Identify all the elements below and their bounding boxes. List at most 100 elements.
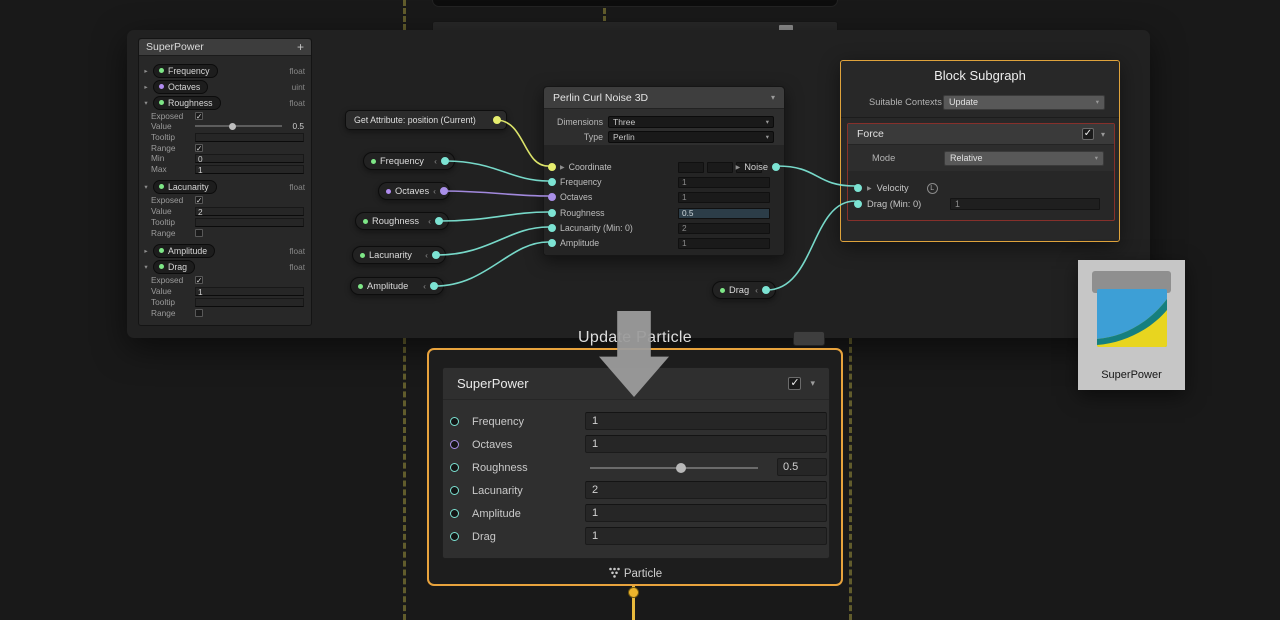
- force-block[interactable]: Force ✓ ▾ Mode Relative▾ ▶ Velocity L: [847, 123, 1115, 221]
- mode-dropdown[interactable]: Relative▾: [944, 151, 1104, 166]
- input-port[interactable]: [548, 209, 556, 217]
- frequency-port[interactable]: [450, 417, 459, 426]
- output-port[interactable]: [435, 217, 443, 225]
- force-block-header[interactable]: Force ✓ ▾: [848, 124, 1114, 145]
- exposed-checkbox[interactable]: ✓: [195, 112, 203, 120]
- max-field[interactable]: 1: [195, 165, 304, 174]
- parameter-node-frequency[interactable]: Frequency ‹: [363, 152, 455, 170]
- expander-icon[interactable]: ▸: [142, 247, 150, 255]
- lacunarity-port[interactable]: [450, 486, 459, 495]
- y-field[interactable]: [707, 162, 733, 173]
- input-port[interactable]: [548, 193, 556, 201]
- expander-icon[interactable]: ▸: [142, 83, 150, 91]
- property-pill[interactable]: Frequency: [153, 64, 218, 78]
- collapse-icon[interactable]: ‹: [423, 281, 426, 291]
- output-port[interactable]: [440, 187, 448, 195]
- expander-icon[interactable]: ▾: [142, 183, 150, 191]
- min-field[interactable]: 0: [195, 154, 304, 163]
- parameter-node-octaves[interactable]: Octaves ‹: [378, 182, 450, 200]
- frequency-field[interactable]: 1: [585, 412, 827, 430]
- roughness-slider[interactable]: [590, 467, 758, 469]
- collapse-icon[interactable]: ‹: [428, 216, 431, 226]
- octaves-port[interactable]: [450, 440, 459, 449]
- collapse-icon[interactable]: ‹: [425, 250, 428, 260]
- roughness-value-field[interactable]: 0.5: [777, 458, 827, 476]
- output-port[interactable]: [430, 282, 438, 290]
- collapse-icon[interactable]: ‹: [755, 285, 758, 295]
- velocity-input-port[interactable]: [854, 184, 862, 192]
- expand-icon[interactable]: ▶: [560, 164, 565, 171]
- drag-field[interactable]: 1: [585, 527, 827, 545]
- x-field[interactable]: [678, 162, 704, 173]
- property-pill[interactable]: Lacunarity: [153, 180, 217, 194]
- property-pill[interactable]: Drag: [153, 260, 195, 274]
- value-slider[interactable]: [195, 125, 282, 127]
- property-pill[interactable]: Roughness: [153, 96, 221, 110]
- blackboard-header[interactable]: SuperPower +: [139, 39, 311, 56]
- chevron-down-icon[interactable]: ▾: [810, 378, 815, 389]
- drag-port[interactable]: [450, 532, 459, 541]
- parameter-node-roughness[interactable]: Roughness ‹: [355, 212, 449, 230]
- slider-handle[interactable]: [229, 123, 236, 130]
- exposed-checkbox[interactable]: ✓: [195, 276, 203, 284]
- output-port[interactable]: [432, 251, 440, 259]
- property-pill[interactable]: Amplitude: [153, 244, 215, 258]
- parameter-node-drag[interactable]: Drag ‹: [712, 281, 776, 299]
- value-field[interactable]: 2: [195, 207, 304, 216]
- blackboard-property-frequency[interactable]: ▸ Frequency float: [142, 64, 308, 78]
- value-field[interactable]: 0.5: [678, 208, 770, 219]
- amplitude-port[interactable]: [450, 509, 459, 518]
- amplitude-field[interactable]: 1: [585, 504, 827, 522]
- expander-icon[interactable]: ▾: [142, 99, 150, 107]
- input-port[interactable]: [548, 224, 556, 232]
- blackboard-property-drag[interactable]: ▾ Drag float: [142, 260, 308, 274]
- get-attribute-node[interactable]: Get Attribute: position (Current): [345, 110, 507, 130]
- flow-anchor-port[interactable]: [628, 587, 639, 598]
- value-field[interactable]: 1: [678, 238, 770, 249]
- output-port[interactable]: [762, 286, 770, 294]
- collapse-icon[interactable]: ‹: [433, 186, 436, 196]
- slider-handle[interactable]: [676, 463, 686, 473]
- superpower-block[interactable]: SuperPower ✓ ▾ Frequency 1 Octaves 1 Rou…: [442, 367, 830, 559]
- chevron-down-icon[interactable]: ▾: [1101, 130, 1105, 139]
- lacunarity-field[interactable]: 2: [585, 481, 827, 499]
- asset-tile-superpower[interactable]: SuperPower: [1078, 260, 1185, 390]
- expander-icon[interactable]: ▸: [142, 67, 150, 75]
- range-checkbox[interactable]: [195, 229, 203, 237]
- octaves-field[interactable]: 1: [585, 435, 827, 453]
- range-checkbox[interactable]: ✓: [195, 144, 203, 152]
- value-field[interactable]: 1: [678, 177, 770, 188]
- add-property-button[interactable]: +: [297, 41, 304, 53]
- tooltip-field[interactable]: [195, 298, 304, 307]
- parameter-node-amplitude[interactable]: Amplitude ‹: [350, 277, 444, 295]
- roughness-port[interactable]: [450, 463, 459, 472]
- output-port[interactable]: [772, 163, 780, 171]
- exposed-checkbox[interactable]: ✓: [195, 196, 203, 204]
- value-field[interactable]: 2: [678, 223, 770, 234]
- tooltip-field[interactable]: [195, 133, 304, 142]
- tooltip-field[interactable]: [195, 218, 304, 227]
- blackboard-property-lacunarity[interactable]: ▾ Lacunarity float: [142, 180, 308, 194]
- expander-icon[interactable]: ▾: [142, 263, 150, 271]
- collapse-icon[interactable]: ‹: [434, 156, 437, 166]
- context-header-button[interactable]: [793, 331, 825, 346]
- input-port[interactable]: [548, 163, 556, 171]
- suitable-contexts-dropdown[interactable]: Update▾: [943, 95, 1105, 110]
- input-port[interactable]: [548, 239, 556, 247]
- node-title-bar[interactable]: Perlin Curl Noise 3D ▾: [544, 87, 784, 109]
- chevron-down-icon[interactable]: ▾: [771, 93, 775, 102]
- parameter-node-lacunarity[interactable]: Lacunarity ‹: [352, 246, 446, 264]
- output-port[interactable]: [493, 116, 501, 124]
- input-port[interactable]: [548, 178, 556, 186]
- dimensions-dropdown[interactable]: Three▾: [608, 116, 774, 128]
- drag-value-field[interactable]: 1: [950, 198, 1100, 210]
- type-dropdown[interactable]: Perlin▾: [608, 131, 774, 143]
- range-checkbox[interactable]: [195, 309, 203, 317]
- drag-input-port[interactable]: [854, 200, 862, 208]
- enabled-checkbox[interactable]: ✓: [1082, 128, 1094, 140]
- value-field[interactable]: 1: [195, 287, 304, 296]
- blackboard-property-amplitude[interactable]: ▸ Amplitude float: [142, 244, 308, 258]
- property-pill[interactable]: Octaves: [153, 80, 208, 94]
- perlin-curl-noise-node[interactable]: Perlin Curl Noise 3D ▾ Dimensions Three▾…: [543, 86, 785, 256]
- blackboard-property-octaves[interactable]: ▸ Octaves uint: [142, 80, 308, 94]
